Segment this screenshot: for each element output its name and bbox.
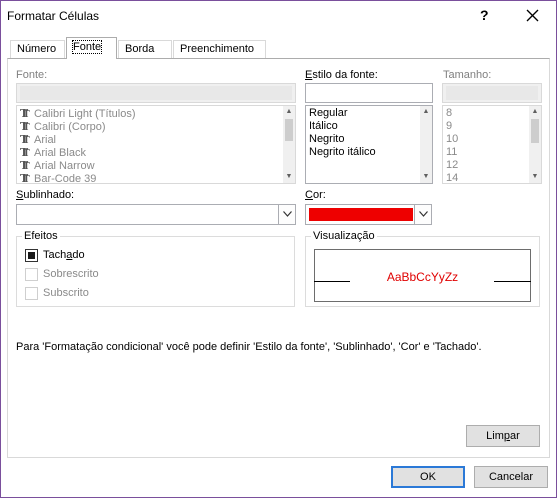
font-style-label: Estilo da fonte: — [305, 69, 378, 81]
list-item[interactable]: TBar-Code 39 — [20, 172, 96, 183]
baseline-right — [494, 281, 531, 282]
color-swatch — [309, 208, 413, 221]
ok-button[interactable]: OK — [391, 466, 465, 488]
truetype-font-icon: T — [20, 120, 34, 135]
size-input[interactable] — [442, 83, 542, 103]
effects-group: Efeitos Tachado Sobrescrito Subscrito — [16, 230, 295, 307]
list-item[interactable]: 8 — [446, 107, 452, 120]
close-button[interactable] — [520, 5, 544, 27]
font-style-scrollbar[interactable]: ▲ ▼ — [420, 106, 432, 183]
tab-preenchimento[interactable]: Preenchimento — [173, 40, 266, 58]
scroll-up-icon[interactable]: ▲ — [529, 106, 541, 118]
truetype-font-icon: T — [20, 133, 34, 148]
format-cells-dialog: Formatar Células ? Número Fonte Borda Pr… — [0, 0, 557, 498]
dialog-title: Formatar Células — [7, 9, 100, 23]
color-label: Cor: — [305, 189, 326, 201]
underline-select[interactable] — [16, 204, 296, 225]
strikethrough-label: Tachado — [43, 249, 85, 261]
tab-label: Borda — [125, 43, 155, 55]
close-icon — [526, 9, 539, 22]
conditional-format-info: Para 'Formatação condicional' você pode … — [16, 341, 482, 353]
scroll-up-icon[interactable]: ▲ — [420, 106, 432, 118]
underline-label: Sublinhado: — [16, 189, 75, 201]
list-item[interactable]: 11 — [446, 146, 457, 159]
checkbox[interactable] — [25, 249, 38, 262]
tab-label: Número — [17, 43, 57, 55]
preview-box: AaBbCcYyZz — [314, 249, 531, 302]
font-style-list[interactable]: Regular Itálico Negrito Negrito itálico … — [305, 105, 433, 184]
tab-fonte[interactable]: Fonte — [66, 37, 117, 59]
dropdown-button[interactable] — [414, 205, 431, 224]
chevron-down-icon — [419, 211, 428, 217]
size-list-scrollbar[interactable]: ▲ ▼ — [529, 106, 541, 183]
tab-strip: Número Fonte Borda Preenchimento — [1, 37, 556, 59]
scroll-thumb[interactable] — [531, 119, 539, 143]
tab-borda[interactable]: Borda — [118, 40, 172, 58]
list-item[interactable]: Regular — [309, 107, 348, 120]
tab-label: Fonte — [71, 40, 103, 54]
scroll-up-icon[interactable]: ▲ — [283, 106, 295, 118]
list-item[interactable]: TArial Black — [20, 146, 86, 161]
truetype-font-icon: T — [20, 159, 34, 174]
list-item[interactable]: 12 — [446, 159, 458, 172]
preview-title: Visualização — [311, 230, 377, 242]
color-picker[interactable] — [305, 204, 432, 225]
list-item[interactable]: TCalibri (Corpo) — [20, 120, 106, 135]
font-input[interactable] — [16, 83, 296, 103]
help-button[interactable]: ? — [480, 7, 496, 25]
list-item[interactable]: 14 — [446, 172, 458, 183]
list-item[interactable]: 10 — [446, 133, 458, 146]
list-item[interactable]: TArial — [20, 133, 56, 148]
clear-button[interactable]: Limpar — [466, 425, 540, 447]
scroll-thumb[interactable] — [285, 119, 293, 141]
font-style-input[interactable] — [305, 83, 433, 103]
scroll-down-icon[interactable]: ▼ — [529, 171, 541, 183]
checkbox[interactable] — [25, 268, 38, 281]
size-label: Tamanho: — [443, 69, 492, 81]
effects-title: Efeitos — [22, 230, 60, 242]
tab-numero[interactable]: Número — [10, 40, 65, 58]
font-list[interactable]: TCalibri Light (Títulos) TCalibri (Corpo… — [16, 105, 296, 184]
size-list[interactable]: 8 9 10 11 12 14 ▲ ▼ — [442, 105, 542, 184]
truetype-font-icon: T — [20, 107, 34, 122]
font-label: Fonte: — [16, 69, 48, 81]
list-item[interactable]: 9 — [446, 120, 452, 133]
font-list-scrollbar[interactable]: ▲ ▼ — [283, 106, 295, 183]
list-item[interactable]: TCalibri Light (Títulos) — [20, 107, 135, 122]
dropdown-button[interactable] — [278, 205, 295, 224]
question-mark-icon: ? — [480, 7, 489, 23]
list-item[interactable]: Itálico — [309, 120, 338, 133]
chevron-down-icon — [283, 211, 292, 217]
title-bar: Formatar Células ? — [1, 1, 556, 31]
list-item[interactable]: Negrito — [309, 133, 344, 146]
scroll-down-icon[interactable]: ▼ — [283, 171, 295, 183]
list-item[interactable]: TArial Narrow — [20, 159, 95, 174]
tab-label: Preenchimento — [180, 43, 254, 55]
truetype-font-icon: T — [20, 146, 34, 161]
preview-group: Visualização AaBbCcYyZz — [305, 230, 540, 307]
cancel-button[interactable]: Cancelar — [474, 466, 548, 488]
list-item[interactable]: Negrito itálico — [309, 146, 376, 159]
subscript-label: Subscrito — [43, 287, 89, 299]
scroll-down-icon[interactable]: ▼ — [420, 171, 432, 183]
truetype-font-icon: T — [20, 172, 34, 183]
superscript-label: Sobrescrito — [43, 268, 99, 280]
checkbox[interactable] — [25, 287, 38, 300]
